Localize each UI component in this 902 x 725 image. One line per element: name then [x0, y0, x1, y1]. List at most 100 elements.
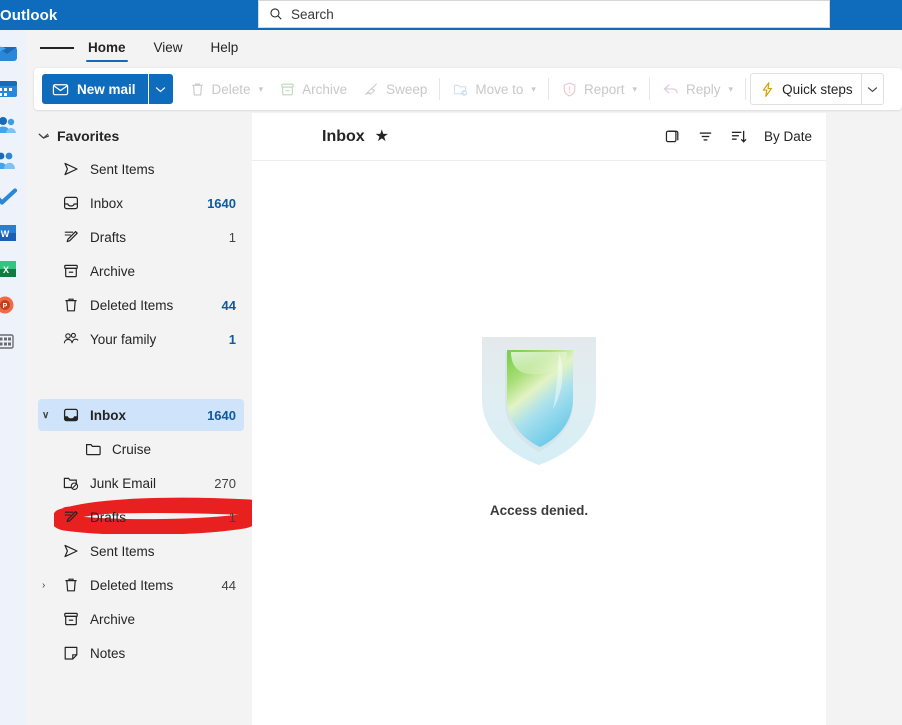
tab-home[interactable]: Home	[74, 33, 140, 63]
favorite-count: 1640	[207, 195, 236, 211]
folder-count: 1640	[207, 407, 236, 423]
folder-label: Junk Email	[90, 475, 157, 491]
filter-icon[interactable]	[697, 128, 714, 145]
favorite-label: Sent Items	[90, 161, 155, 177]
favorite-item-drafts[interactable]: Drafts 1	[38, 221, 244, 253]
chevron-down-icon[interactable]: ▾	[729, 84, 734, 95]
archive-icon	[64, 264, 78, 278]
hamburger-menu-icon[interactable]	[40, 33, 74, 63]
folder-item-notes[interactable]: Notes	[38, 637, 244, 669]
chevron-down-icon	[38, 133, 49, 139]
excel-app-icon[interactable]: X	[0, 258, 20, 280]
groups-app-icon[interactable]	[0, 150, 20, 172]
sweep-button[interactable]: Sweep	[355, 74, 435, 104]
svg-text:X: X	[3, 265, 9, 275]
archive-button[interactable]: Archive	[271, 74, 355, 104]
mail-icon	[52, 83, 69, 95]
reply-label: Reply	[686, 81, 721, 97]
folder-item-drafts[interactable]: Drafts 1	[38, 501, 244, 533]
new-mail-dropdown[interactable]	[147, 74, 173, 104]
folder-sidebar: Favorites Sent Items Inbox 1640 Drafts 1…	[26, 113, 252, 725]
svg-text:P: P	[3, 303, 8, 310]
toolbar-divider	[745, 78, 747, 100]
delete-label: Delete	[211, 81, 251, 97]
people-icon	[63, 332, 79, 344]
conversation-view-icon[interactable]	[664, 128, 681, 145]
people-app-icon[interactable]	[0, 114, 20, 136]
folder-item-archive[interactable]: Archive	[38, 603, 244, 635]
word-app-icon[interactable]: W	[0, 222, 20, 244]
outlook-window: Outlook Search W X P Home View Help New …	[0, 0, 902, 725]
calendar-app-icon[interactable]	[0, 78, 20, 100]
favorite-star-icon[interactable]: ★	[375, 128, 389, 145]
favorite-item-archive[interactable]: Archive	[38, 255, 244, 287]
folder-count: 44	[221, 577, 236, 593]
tab-view[interactable]: View	[140, 33, 197, 63]
delete-button[interactable]: Delete ▾	[181, 74, 272, 104]
folder-item-junk-email[interactable]: Junk Email 270	[38, 467, 244, 499]
new-mail-button[interactable]: New mail	[42, 74, 173, 104]
inbox-filled-icon	[63, 408, 79, 422]
expand-twisty-icon[interactable]: ∨	[42, 399, 49, 431]
junk-icon	[63, 477, 79, 490]
new-mail-main[interactable]: New mail	[42, 74, 148, 104]
chevron-down-icon[interactable]: ▾	[531, 84, 536, 95]
folder-count: 1	[228, 509, 236, 525]
apps-grid-icon[interactable]	[0, 330, 20, 352]
search-placeholder: Search	[291, 6, 334, 22]
favorites-label: Favorites	[57, 128, 120, 144]
folder-label: Cruise	[112, 441, 152, 457]
chevron-down-icon[interactable]: ▾	[259, 84, 264, 95]
message-list-header: Inbox ★ By Date	[252, 113, 826, 161]
move-to-label: Move to	[475, 81, 524, 97]
archive-icon	[64, 612, 78, 626]
quick-steps-label: Quick steps	[782, 81, 853, 97]
search-input[interactable]: Search	[258, 0, 830, 28]
to-do-app-icon[interactable]	[0, 186, 20, 208]
tab-help[interactable]: Help	[197, 33, 253, 63]
report-label: Report	[583, 81, 625, 97]
mail-app-icon[interactable]	[0, 42, 20, 64]
collapse-twisty-icon[interactable]: ›	[42, 569, 45, 601]
favorite-label: Inbox	[90, 195, 124, 211]
chevron-down-icon[interactable]: ▾	[632, 84, 637, 95]
folder-label: Notes	[90, 645, 126, 661]
favorites-header[interactable]: Favorites	[26, 121, 252, 151]
folder-label: Archive	[90, 611, 136, 627]
favorite-item-deleted-items[interactable]: Deleted Items 44	[38, 289, 244, 321]
report-button[interactable]: Report ▾	[553, 74, 645, 104]
folder-item-deleted-items[interactable]: › Deleted Items 44	[38, 569, 244, 601]
archive-icon	[281, 83, 294, 95]
favorite-label: Drafts	[90, 229, 127, 245]
notes-icon	[64, 646, 78, 660]
favorite-item-sent-items[interactable]: Sent Items	[38, 153, 244, 185]
ribbon-tabs: Home View Help	[26, 30, 902, 66]
folder-item-sent-items[interactable]: Sent Items	[38, 535, 244, 567]
app-brand-title: Outlook	[0, 6, 58, 24]
move-to-button[interactable]: Move to ▾	[444, 74, 544, 104]
quick-steps-dropdown[interactable]	[860, 74, 883, 104]
sort-by-label[interactable]: By Date	[764, 129, 812, 144]
folder-item-inbox[interactable]: ∨ Inbox 1640	[38, 399, 244, 431]
inbox-icon	[63, 196, 79, 210]
trash-icon	[65, 578, 77, 592]
app-rail: W X P	[0, 30, 26, 725]
sort-icon[interactable]	[730, 128, 748, 145]
sweep-label: Sweep	[386, 81, 428, 97]
favorite-label: Archive	[90, 263, 136, 279]
favorite-label: Deleted Items	[90, 297, 174, 313]
chevron-down-icon	[155, 86, 166, 92]
reading-pane-gap	[826, 113, 902, 725]
shield-alert-icon	[563, 81, 576, 97]
folder-item-cruise[interactable]: Cruise	[38, 433, 244, 465]
empty-state: Access denied.	[252, 161, 826, 724]
powerpoint-app-icon[interactable]: P	[0, 294, 20, 316]
message-list-tools: By Date	[664, 128, 812, 145]
toolbar-divider	[439, 78, 441, 100]
reply-button[interactable]: Reply ▾	[654, 74, 741, 104]
quick-steps-group: Quick steps	[750, 73, 884, 105]
favorite-item-your-family[interactable]: Your family 1	[38, 323, 244, 355]
favorite-item-inbox[interactable]: Inbox 1640	[38, 187, 244, 219]
quick-steps-button[interactable]: Quick steps	[751, 74, 861, 104]
trash-icon	[191, 82, 203, 96]
